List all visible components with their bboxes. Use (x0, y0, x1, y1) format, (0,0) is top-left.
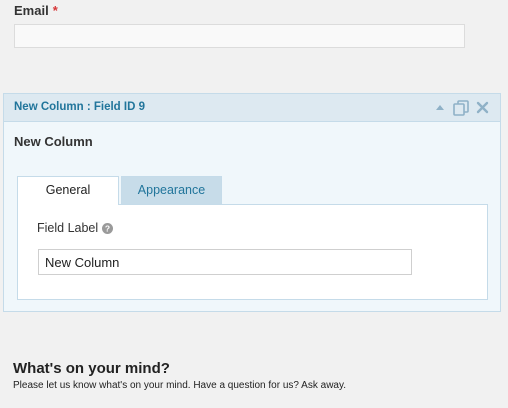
panel-title: New Column : Field ID 9 (14, 101, 145, 113)
delete-icon[interactable] (476, 101, 489, 114)
collapse-up-icon[interactable] (434, 101, 446, 113)
svg-text:?: ? (105, 223, 110, 233)
tab-general[interactable]: General (17, 176, 119, 205)
field-label-input[interactable] (38, 249, 412, 275)
help-icon[interactable]: ? (102, 222, 114, 234)
section-description: Please let us know what's on your mind. … (13, 380, 347, 391)
field-name: New Column (14, 134, 93, 149)
required-marker: * (52, 3, 58, 18)
tab-appearance[interactable]: Appearance (121, 176, 222, 204)
field-label-caption: Field Label (37, 221, 99, 235)
field-settings-panel: New Column : Field ID 9 New Column Gener… (3, 93, 501, 312)
section-title: What's on your mind? (13, 360, 170, 377)
general-tab-content: Field Label ? (17, 204, 488, 300)
duplicate-icon[interactable] (453, 100, 471, 116)
panel-header[interactable]: New Column : Field ID 9 (4, 94, 500, 122)
email-input[interactable] (14, 24, 465, 48)
email-label-text: Email (14, 3, 49, 18)
email-label: Email * (14, 3, 58, 18)
field-label-row: Field Label ? (37, 221, 114, 235)
